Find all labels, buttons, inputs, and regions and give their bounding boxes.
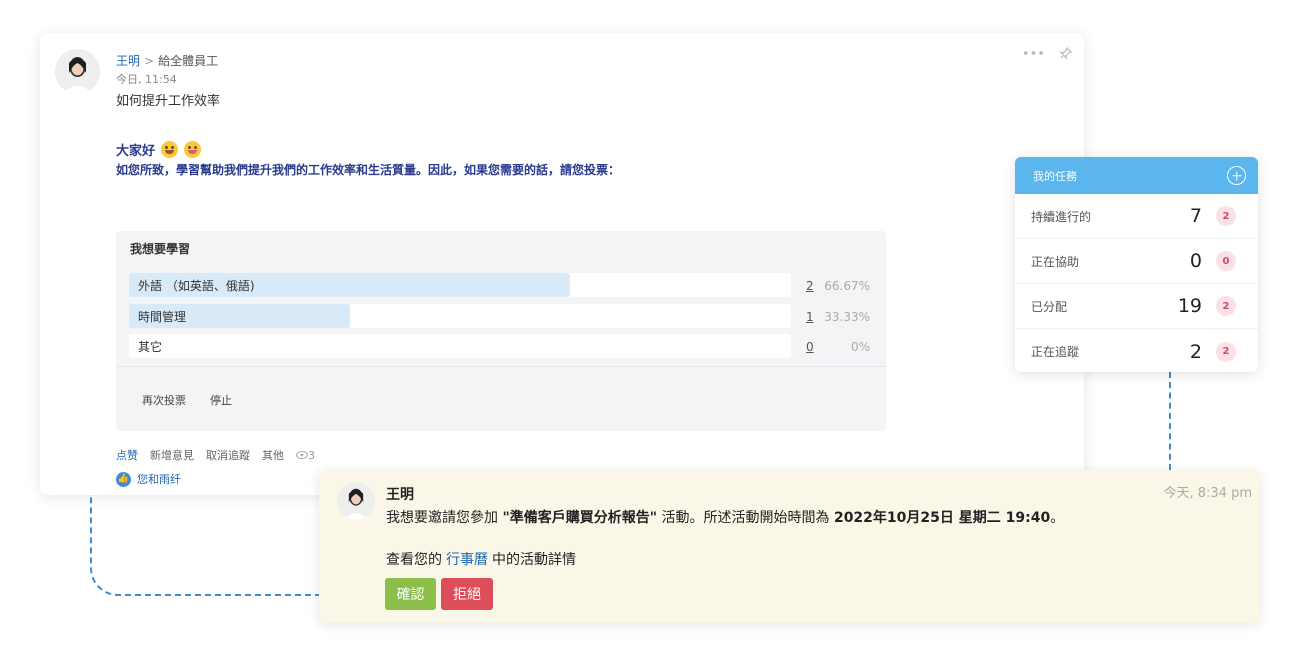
task-count: 0 <box>1189 250 1202 272</box>
poll-option[interactable]: 外語 （如英語、俄語) <box>129 273 791 297</box>
invite-text-middle: 活動。所述活動開始時間為 <box>661 510 830 526</box>
eye-icon <box>296 450 308 459</box>
avatar[interactable] <box>337 482 375 520</box>
poll-option-label: 其它 <box>138 340 163 354</box>
post-top-icons: ••• <box>1022 46 1073 64</box>
add-task-icon[interactable] <box>1227 166 1246 185</box>
invite-text-end: 。 <box>1050 510 1065 526</box>
author-line: 王明 > 給全體員工 <box>116 52 218 69</box>
invite-time: 今天, 8:34 pm <box>1163 486 1252 501</box>
poll-option-label: 外語 （如英語、俄語) <box>138 279 255 293</box>
poll-percent: 0% <box>850 340 870 354</box>
task-badge: 2 <box>1216 206 1236 226</box>
poll-percent: 66.67% <box>824 279 870 293</box>
liked-by: 👍 您和雨纤 <box>116 471 181 487</box>
connector-line-right <box>1169 372 1171 470</box>
task-row[interactable]: 持續進行的 7 2 <box>1015 194 1258 239</box>
task-label: 正在協助 <box>1031 254 1080 269</box>
task-badge: 0 <box>1216 251 1236 271</box>
add-comment-button[interactable]: 新增意見 <box>150 447 194 463</box>
views-counter: 3 <box>296 449 315 462</box>
liked-by-text[interactable]: 您和雨纤 <box>137 471 181 487</box>
poll-count[interactable]: 2 <box>806 279 814 293</box>
poll-option[interactable]: 其它 <box>129 334 791 358</box>
poll-actions: 再次投票 停止 <box>142 392 232 408</box>
calendar-link[interactable]: 行事曆 <box>446 552 488 568</box>
chevron-right-icon: > <box>144 54 155 68</box>
task-row[interactable]: 正在追蹤 2 2 <box>1015 329 1258 372</box>
calendar-line: 查看您的 行事曆 中的活動詳情 <box>386 549 576 569</box>
tasks-header: 我的任務 <box>1015 157 1258 194</box>
task-row[interactable]: 正在協助 0 0 <box>1015 239 1258 284</box>
greeting-text: 大家好 <box>116 144 156 159</box>
confirm-button[interactable]: 確認 <box>385 578 436 610</box>
poll-option[interactable]: 時間管理 <box>129 304 791 328</box>
connector-line-left <box>90 493 330 596</box>
post-footer: 点赞 新增意見 取消追蹤 其他 3 <box>116 447 315 463</box>
tongue-emoji-icon <box>184 141 202 158</box>
tasks-title: 我的任務 <box>1033 169 1077 183</box>
views-count: 3 <box>308 448 315 462</box>
poll-count[interactable]: 1 <box>806 310 814 324</box>
more-icon[interactable]: ••• <box>1022 47 1045 64</box>
pin-icon[interactable] <box>1059 46 1073 64</box>
poll: 我想要學習 外語 （如英語、俄語) 2 66.67% 時間管理 1 33.33%… <box>116 231 886 431</box>
grin-emoji-icon <box>161 141 179 158</box>
sender-name: 王明 <box>386 487 414 503</box>
stop-poll-button[interactable]: 停止 <box>210 392 232 408</box>
event-name: "準備客戶購買分析報告" <box>502 510 658 526</box>
post-title: 如何提升工作效率 <box>116 94 221 109</box>
calendar-text-before: 查看您的 <box>386 552 442 568</box>
avatar[interactable] <box>55 49 100 94</box>
poll-percent: 33.33% <box>824 310 870 324</box>
task-badge: 2 <box>1216 296 1236 316</box>
post-message: 如您所致，學習幫助我們提升我們的工作效率和生活質量。因此，如果您需要的話，請您投… <box>116 163 621 177</box>
invite-message: 我想要邀請您參加 "準備客戶購買分析報告" 活動。所述活動開始時間為 2022年… <box>386 507 1064 527</box>
unfollow-button[interactable]: 取消追蹤 <box>206 447 250 463</box>
post-card: 王明 > 給全體員工 今日, 11:54 如何提升工作效率 ••• 大家好 如您所致… <box>40 33 1084 495</box>
thumbs-up-icon: 👍 <box>116 471 131 487</box>
task-count: 19 <box>1177 295 1202 317</box>
recipient[interactable]: 給全體員工 <box>158 54 218 68</box>
event-invitation: 王明 今天, 8:34 pm 我想要邀請您參加 "準備客戶購買分析報告" 活動。… <box>319 470 1260 623</box>
more-button[interactable]: 其他 <box>262 447 284 463</box>
poll-question: 我想要學習 <box>130 242 191 256</box>
task-label: 正在追蹤 <box>1031 345 1080 359</box>
task-label: 持續進行的 <box>1031 209 1092 224</box>
task-count: 2 <box>1189 340 1202 363</box>
poll-divider <box>116 366 886 367</box>
like-button[interactable]: 点赞 <box>116 447 138 463</box>
poll-option-label: 時間管理 <box>138 310 187 324</box>
decline-button[interactable]: 拒絕 <box>441 578 493 610</box>
event-datetime: 2022年10月25日 星期二 19:40 <box>833 510 1051 526</box>
post-timestamp: 今日, 11:54 <box>116 73 177 86</box>
task-row[interactable]: 已分配 19 2 <box>1015 284 1258 329</box>
task-badge: 2 <box>1216 341 1236 362</box>
tasks-widget: 我的任務 持續進行的 7 2 正在協助 0 0 已分配 19 2 正在追蹤 2 … <box>1015 157 1258 372</box>
calendar-text-after: 中的活動詳情 <box>492 552 576 568</box>
task-label: 已分配 <box>1031 299 1068 314</box>
poll-count[interactable]: 0 <box>806 340 814 354</box>
author-name[interactable]: 王明 <box>116 54 140 68</box>
task-count: 7 <box>1189 205 1202 227</box>
vote-again-button[interactable]: 再次投票 <box>142 392 186 408</box>
greeting: 大家好 <box>116 140 202 159</box>
invite-text-before: 我想要邀請您參加 <box>386 510 498 526</box>
